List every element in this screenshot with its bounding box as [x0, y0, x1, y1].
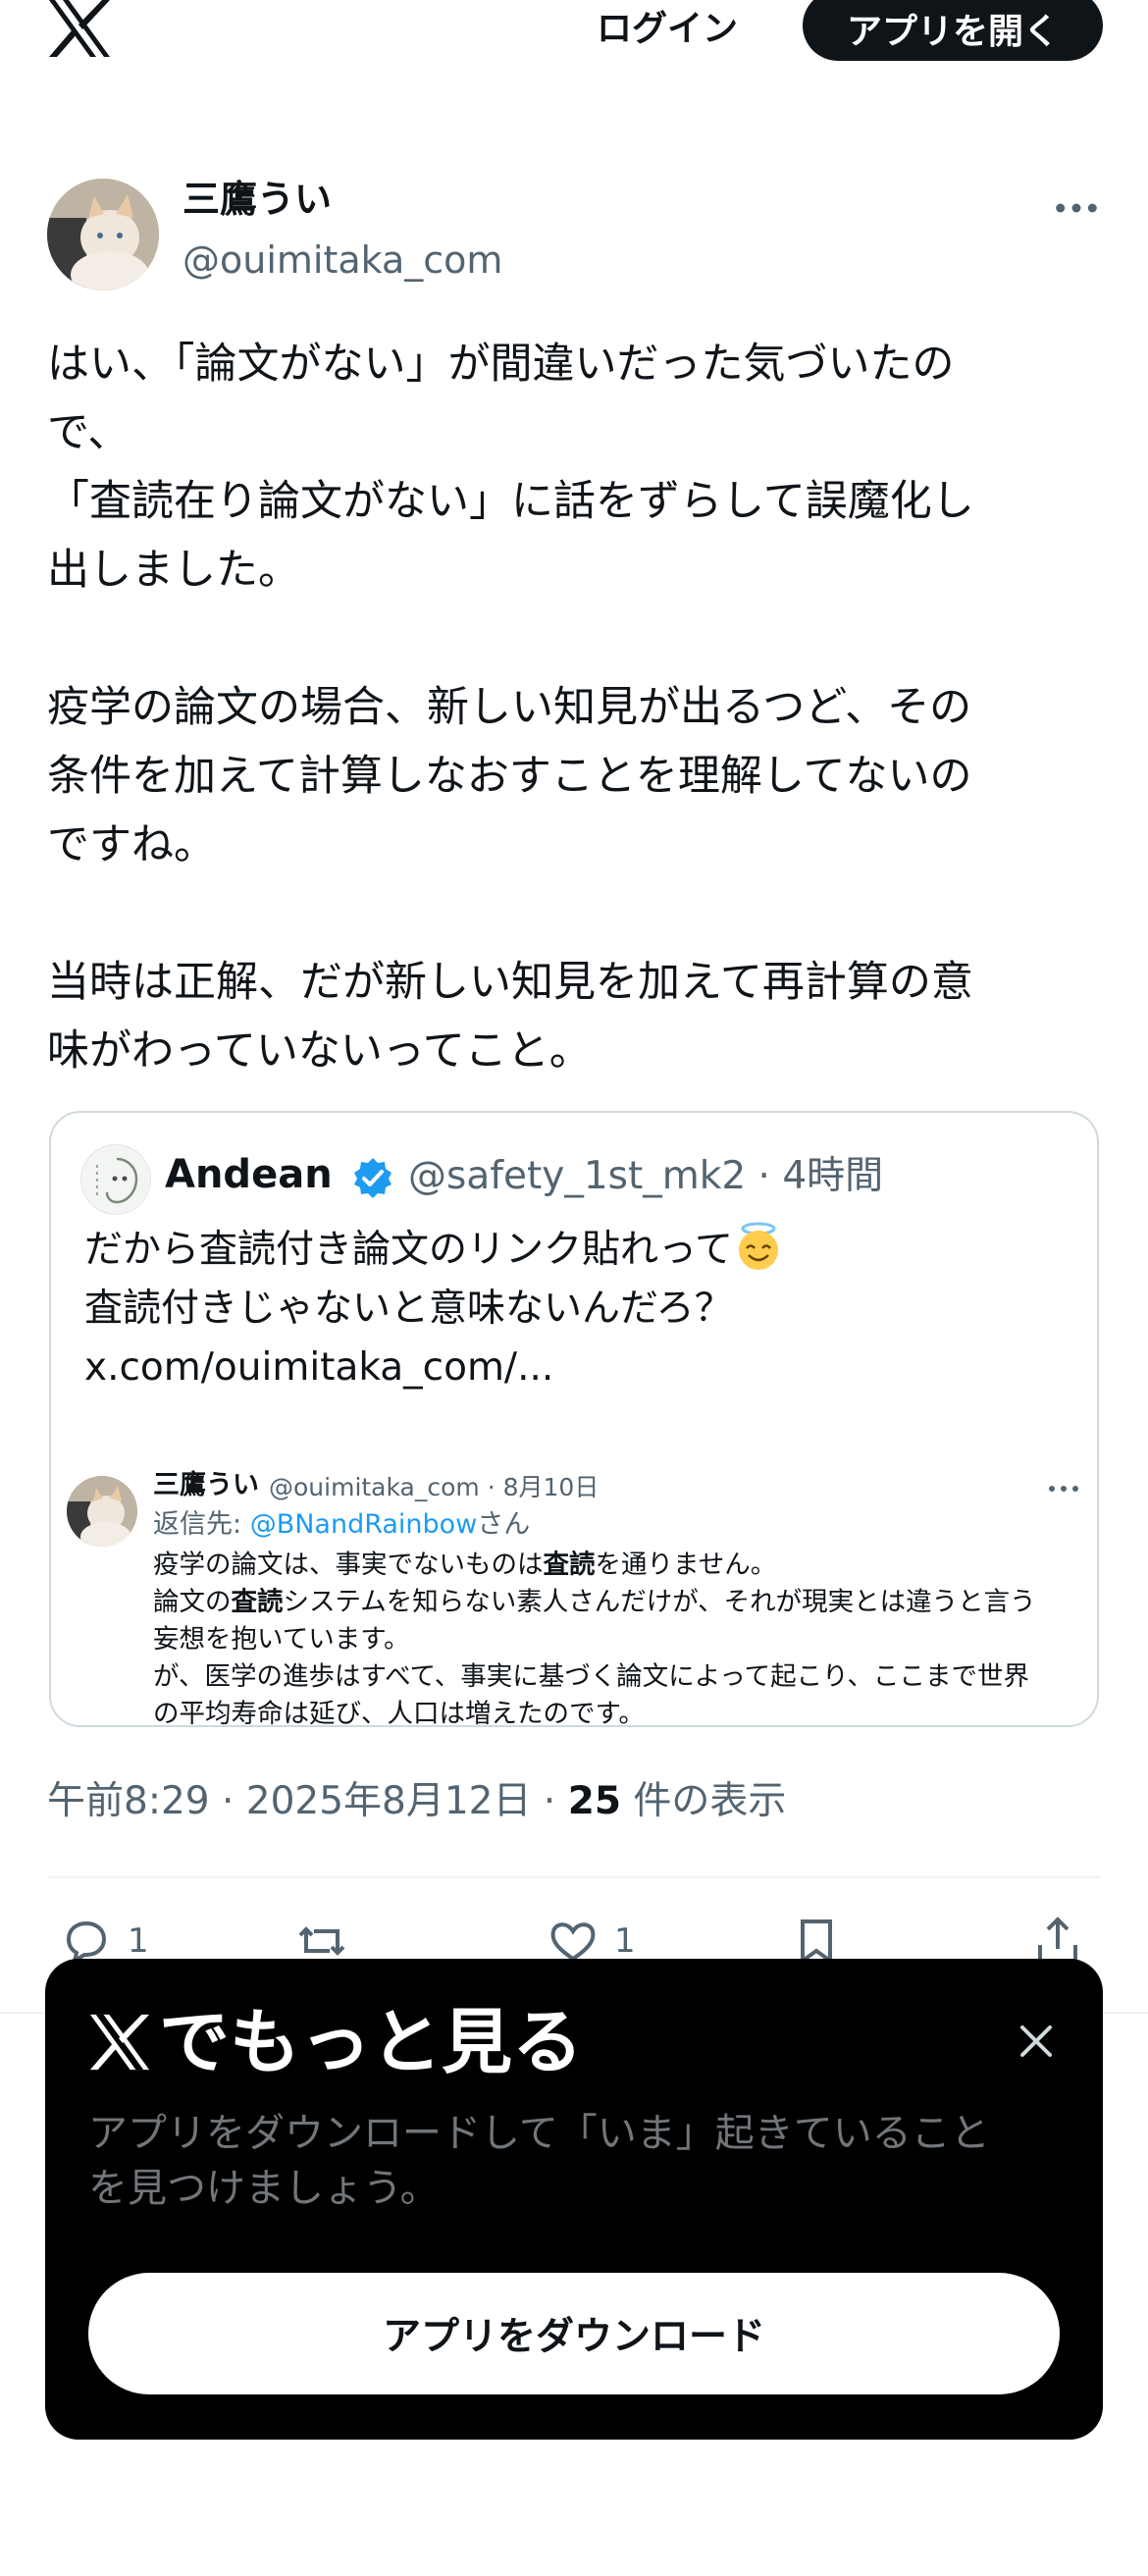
post-text: はい、「論文がない」が間違いだった気づいたの で、 「査読在り論文がない」に話を… [47, 340, 974, 1076]
login-button[interactable]: ログイン [569, 0, 765, 51]
close-icon[interactable] [1007, 2012, 1066, 2071]
embedded-line: 論文の査読システムを知らない素人さんだけが、それが現実とは違うと言う [153, 1587, 1036, 1617]
reply-count: 1 [128, 1921, 149, 1961]
download-app-button[interactable]: アプリをダウンロード [88, 2273, 1060, 2394]
embedded-line: 妄想を抱いています。 [153, 1624, 410, 1655]
verified-badge-icon [351, 1156, 394, 1199]
sheet-description: アプリをダウンロードして「いま」起きていること を見つけましょう。 [88, 2111, 990, 2211]
smiling-angel-emoji-icon [733, 1221, 784, 1272]
x-logo-icon[interactable] [47, 0, 112, 57]
author-name[interactable]: 三鷹うい [183, 175, 332, 224]
app-promo-sheet: でもっと見る アプリをダウンロードして「いま」起きていること を見つけましょう。… [45, 1959, 1103, 2440]
quoted-text: だから査読付き論文のリンク貼れって 査読付きじゃないと意味ないんだろ？ x.co… [84, 1221, 1066, 1397]
top-bar: ログイン アプリを開く [0, 0, 1148, 79]
post-time[interactable]: 午前8:29 [47, 1779, 210, 1823]
embedded-meta: @ouimitaka_com · 8月10日 [269, 1473, 600, 1501]
quoted-text-line1: だから査読付き論文のリンク貼れって [84, 1228, 734, 1272]
views-count: 25 [567, 1779, 621, 1823]
quoted-embedded-screenshot: 三鷹うい @ouimitaka_com · 8月10日 返信先: @BNandR… [51, 1425, 1097, 1727]
like-count: 1 [614, 1921, 636, 1961]
quoted-text-rest: 査読付きじゃないと意味ないんだろ？ x.com/ouimitaka_com/..… [84, 1287, 733, 1390]
author-handle[interactable]: @ouimitaka_com [183, 236, 502, 285]
quoted-author-avatar [80, 1144, 151, 1215]
quoted-handle-time: @safety_1st_mk2 · 4時間 [408, 1154, 884, 1198]
quoted-post-card[interactable]: Andean @safety_1st_mk2 · 4時間 だから査読付き論文のリ… [49, 1111, 1099, 1727]
views-label: 件の表示 [620, 1779, 787, 1823]
embedded-line: 疫学の論文は、事実でないものは査読を通りません。 [153, 1550, 777, 1580]
post-meta: 午前8:29 · 2025年8月12日 · 25 件の表示 [47, 1779, 787, 1823]
author-avatar[interactable] [47, 179, 159, 290]
more-options-icon[interactable] [1050, 188, 1103, 228]
post-date[interactable]: 2025年8月12日 [246, 1779, 532, 1823]
embedded-line: が、医学の進歩はすべて、事実に基づく論文によって起こり、ここまで世界 [153, 1661, 1030, 1692]
embedded-line: の平均寿命は延び、人口は増えたのです。 [153, 1699, 645, 1727]
embedded-author-name: 三鷹うい [153, 1470, 259, 1500]
sheet-title-text: でもっと見る [159, 2001, 584, 2083]
open-app-button[interactable]: アプリを開く [803, 0, 1103, 61]
quoted-author-name: Andean [165, 1152, 333, 1197]
divider [47, 1876, 1101, 1878]
x-logo-icon [89, 2014, 150, 2071]
embedded-more-icon [1048, 1478, 1079, 1498]
embedded-author-avatar [67, 1476, 137, 1547]
sheet-title: でもっと見る [88, 1998, 583, 2086]
embedded-reply-to: 返信先: @BNandRainbowさん [153, 1509, 531, 1540]
